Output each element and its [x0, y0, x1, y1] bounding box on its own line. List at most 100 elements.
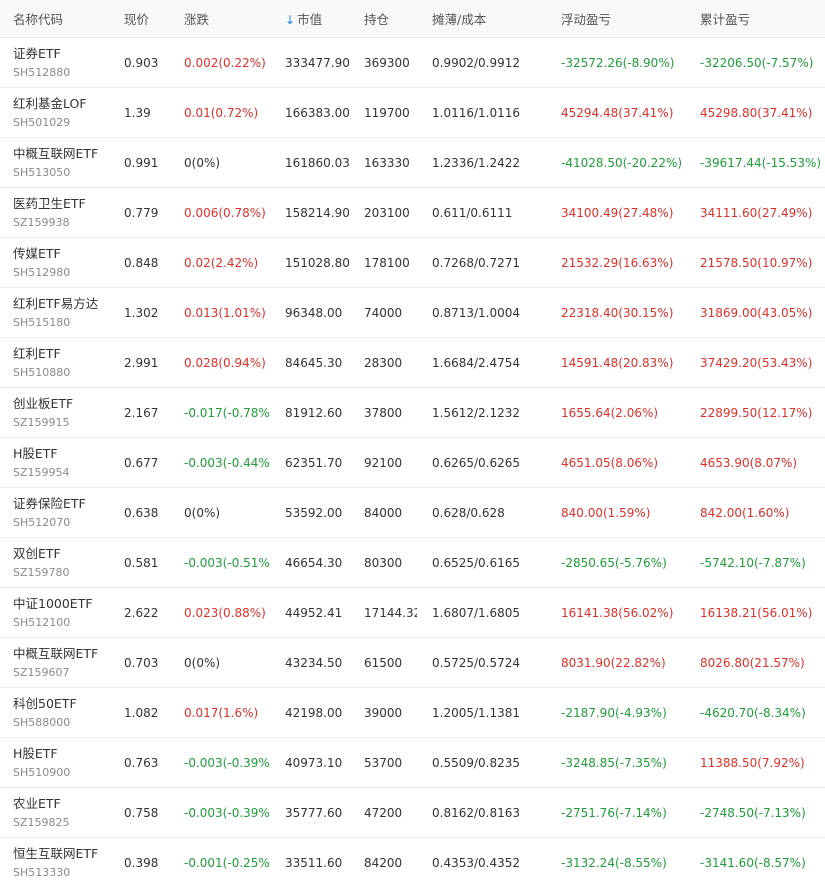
cell-name[interactable]: 恒生互联网ETF SH513330: [0, 845, 111, 881]
table-row[interactable]: 中概互联网ETF SZ159607 0.703 0(0%) 43234.50 61500 0…: [0, 638, 825, 688]
fund-name: 红利基金LOF: [13, 95, 87, 111]
table-row[interactable]: 中证1000ETF SH512100 2.622 0.023(0.88%) 44952.…: [0, 588, 825, 638]
header-total-pl[interactable]: 累计盈亏: [686, 9, 825, 28]
cell-cost: 1.6684/2.4754: [432, 355, 521, 370]
cell-market-value: 166383.00: [285, 105, 349, 120]
cell-float-pl: -32572.26(-8.90%): [561, 55, 675, 70]
table-row[interactable]: 红利ETF SH510880 2.991 0.028(0.94%) 84645.30 28…: [0, 338, 825, 388]
cell-float-pl: -2751.76(-7.14%): [561, 805, 667, 820]
fund-name: H股ETF: [13, 445, 58, 461]
fund-name: 红利ETF易方达: [13, 295, 99, 311]
cell-cost: 0.6525/0.6165: [432, 555, 521, 570]
fund-name: 中证1000ETF: [13, 595, 93, 611]
cell-float-pl: -3132.24(-8.55%): [561, 856, 667, 870]
cell-name[interactable]: 创业板ETF SZ159915: [0, 395, 111, 431]
cell-change: 0.023(0.88%): [184, 605, 266, 620]
cell-total-pl: 21578.50(10.97%): [700, 255, 813, 270]
cell-name[interactable]: 传媒ETF SH512980: [0, 245, 111, 281]
cell-holding: 28300: [364, 355, 403, 370]
cell-cost: 1.5612/2.1232: [432, 405, 521, 420]
cell-change: 0.002(0.22%): [184, 55, 266, 70]
header-market-value[interactable]: ↓ 市值: [270, 9, 349, 28]
cell-price: 0.758: [124, 805, 159, 820]
cell-total-pl: 8026.80(21.57%): [700, 655, 805, 670]
cell-price: 0.991: [124, 155, 159, 170]
cell-cost: 0.628/0.628: [432, 505, 505, 520]
cell-float-pl: 8031.90(22.82%): [561, 655, 666, 670]
table-row[interactable]: 中概互联网ETF SH513050 0.991 0(0%) 161860.03 16333…: [0, 138, 825, 188]
cell-cost: 1.2005/1.1381: [432, 705, 521, 720]
cell-float-pl: 1655.64(2.06%): [561, 405, 659, 420]
cell-market-value: 33511.60: [285, 856, 343, 870]
table-row[interactable]: 创业板ETF SZ159915 2.167 -0.017(-0.78%) 81912.6…: [0, 388, 825, 438]
cell-name[interactable]: 红利基金LOF SH501029: [0, 95, 111, 131]
header-price[interactable]: 现价: [111, 9, 170, 28]
cell-name[interactable]: 中概互联网ETF SZ159607: [0, 645, 111, 681]
fund-name: 证券ETF: [13, 45, 61, 61]
cell-price: 0.763: [124, 755, 159, 770]
fund-name: 双创ETF: [13, 545, 61, 561]
cell-market-value: 333477.90: [285, 55, 349, 70]
fund-code: SZ159607: [13, 665, 70, 679]
cell-float-pl: -3248.85(-7.35%): [561, 755, 667, 770]
cell-total-pl: -4620.70(-8.34%): [700, 705, 806, 720]
cell-holding: 178100: [364, 255, 410, 270]
fund-code: SH510900: [13, 765, 71, 779]
table-row[interactable]: 恒生互联网ETF SH513330 0.398 -0.001(-0.25%) 33511…: [0, 838, 825, 888]
cell-name[interactable]: 证券保险ETF SH512070: [0, 495, 111, 531]
cell-name[interactable]: 医药卫生ETF SZ159938: [0, 195, 111, 231]
fund-name: 中概互联网ETF: [13, 645, 99, 661]
cell-change: -0.003(-0.39%): [184, 755, 270, 770]
fund-name: 科创50ETF: [13, 695, 77, 711]
cell-float-pl: 22318.40(30.15%): [561, 305, 674, 320]
cell-name[interactable]: 红利ETF SH510880: [0, 345, 111, 381]
table-row[interactable]: 双创ETF SZ159780 0.581 -0.003(-0.51%) 46654.30…: [0, 538, 825, 588]
table-row[interactable]: 红利基金LOF SH501029 1.39 0.01(0.72%) 166383.00 1…: [0, 88, 825, 138]
table-row[interactable]: H股ETF SH510900 0.763 -0.003(-0.39%) 40973.10…: [0, 738, 825, 788]
cell-name[interactable]: 证券ETF SH512880: [0, 45, 111, 81]
table-row[interactable]: 传媒ETF SH512980 0.848 0.02(2.42%) 151028.80 17…: [0, 238, 825, 288]
fund-name: 传媒ETF: [13, 245, 61, 261]
cell-float-pl: 16141.38(56.02%): [561, 605, 674, 620]
cell-name[interactable]: 红利ETF易方达 SH515180: [0, 295, 111, 331]
header-float-pl[interactable]: 浮动盈亏: [547, 9, 686, 28]
cell-float-pl: 45294.48(37.41%): [561, 105, 674, 120]
table-header: 名称代码 现价 涨跌 ↓ 市值 持仓 摊薄/成本 浮动盈亏 累计盈亏: [0, 0, 825, 38]
cell-name[interactable]: 中概互联网ETF SH513050: [0, 145, 111, 181]
cell-name[interactable]: H股ETF SZ159954: [0, 445, 111, 481]
cell-name[interactable]: 农业ETF SZ159825: [0, 795, 111, 831]
cell-name[interactable]: 科创50ETF SH588000: [0, 695, 111, 731]
cell-holding: 61500: [364, 655, 403, 670]
cell-total-pl: 16138.21(56.01%): [700, 605, 813, 620]
fund-code: SZ159915: [13, 415, 70, 429]
cell-cost: 0.8162/0.8163: [432, 805, 521, 820]
header-holding[interactable]: 持仓: [349, 9, 417, 28]
header-name[interactable]: 名称代码: [0, 9, 111, 28]
cell-price: 0.703: [124, 655, 159, 670]
cell-price: 0.398: [124, 856, 159, 870]
cell-holding: 47200: [364, 805, 403, 820]
cell-total-pl: -2748.50(-7.13%): [700, 805, 806, 820]
cell-holding: 84200: [364, 856, 403, 870]
table-row[interactable]: 医药卫生ETF SZ159938 0.779 0.006(0.78%) 158214.9…: [0, 188, 825, 238]
cell-float-pl: 34100.49(27.48%): [561, 205, 674, 220]
cell-total-pl: -32206.50(-7.57%): [700, 55, 814, 70]
table-row[interactable]: 证券保险ETF SH512070 0.638 0(0%) 53592.00 84000 0.…: [0, 488, 825, 538]
cell-float-pl: 840.00(1.59%): [561, 505, 651, 520]
cell-change: 0(0%): [184, 155, 221, 170]
cell-name[interactable]: H股ETF SH510900: [0, 745, 111, 781]
cell-total-pl: -3141.60(-8.57%): [700, 856, 806, 870]
cell-name[interactable]: 双创ETF SZ159780: [0, 545, 111, 581]
table-row[interactable]: 红利ETF易方达 SH515180 1.302 0.013(1.01%) 96348.0…: [0, 288, 825, 338]
cell-name[interactable]: 中证1000ETF SH512100: [0, 595, 111, 631]
cell-cost: 0.611/0.6111: [432, 205, 513, 220]
cell-price: 0.848: [124, 255, 159, 270]
table-row[interactable]: 农业ETF SZ159825 0.758 -0.003(-0.39%) 35777.60…: [0, 788, 825, 838]
table-row[interactable]: 科创50ETF SH588000 1.082 0.017(1.6%) 42198.00 3…: [0, 688, 825, 738]
table-row[interactable]: H股ETF SZ159954 0.677 -0.003(-0.44%) 62351.70…: [0, 438, 825, 488]
header-change[interactable]: 涨跌: [170, 9, 270, 28]
cell-market-value: 84645.30: [285, 355, 343, 370]
table-row[interactable]: 证券ETF SH512880 0.903 0.002(0.22%) 333477.90 3…: [0, 38, 825, 88]
cell-price: 0.779: [124, 205, 159, 220]
header-cost[interactable]: 摊薄/成本: [417, 9, 547, 28]
